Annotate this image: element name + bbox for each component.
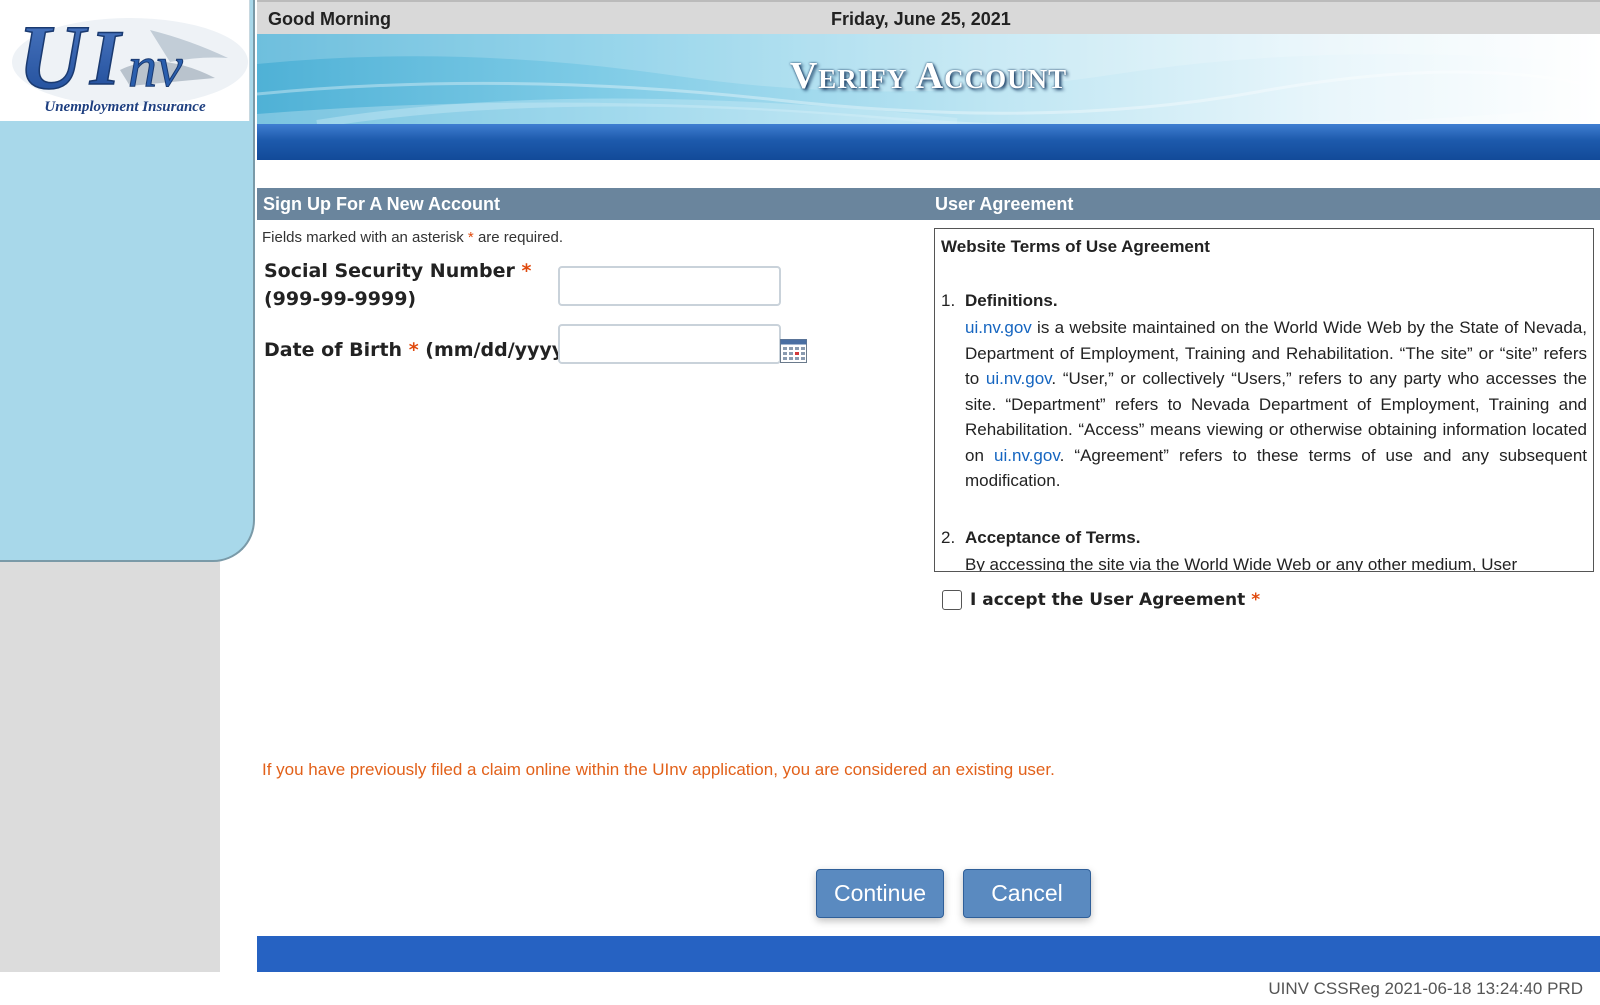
required-note-text: Fields marked with an asterisk <box>262 229 464 246</box>
term-item: 1. Definitions. ui.nv.gov is a website mai… <box>941 291 1587 494</box>
dob-label: Date of Birth * (mm/dd/yyyy) <box>264 336 573 364</box>
required-note-text-end: are required. <box>477 229 563 246</box>
term-body: Acceptance of Terms. By accessing the sit… <box>965 527 1587 572</box>
agreement-section-header: User Agreement <box>929 188 1600 220</box>
required-fields-note: Fields marked with an asterisk * are req… <box>262 229 563 246</box>
cancel-button[interactable]: Cancel <box>963 869 1091 918</box>
page-banner: Verify Account <box>257 34 1600 124</box>
footer-bar <box>257 936 1600 972</box>
ssn-required-asterisk: * <box>521 260 532 282</box>
term-text: ui.nv.gov is a website maintained on the… <box>965 315 1587 494</box>
top-info-bar: Good Morning Friday, June 25, 2021 <box>257 0 1600 34</box>
dob-format-hint: (mm/dd/yyyy) <box>425 339 573 361</box>
terms-site-link[interactable]: ui.nv.gov <box>986 369 1052 388</box>
accept-label-text: I accept the User Agreement <box>970 590 1246 610</box>
terms-list: 1. Definitions. ui.nv.gov is a website mai… <box>941 291 1587 572</box>
term-text: By accessing the site via the World Wide… <box>965 552 1587 572</box>
accept-agreement-checkbox[interactable] <box>942 590 962 610</box>
required-asterisk: * <box>467 229 474 246</box>
svg-text:U: U <box>18 6 89 108</box>
uinv-logo: U I nv Unemployment Insurance <box>0 0 250 121</box>
terms-site-link[interactable]: ui.nv.gov <box>994 446 1060 465</box>
term-item: 2. Acceptance of Terms. By accessing the s… <box>941 527 1587 572</box>
svg-text:nv: nv <box>128 34 183 99</box>
terms-site-link[interactable]: ui.nv.gov <box>965 318 1032 337</box>
nav-bar <box>257 124 1600 160</box>
dob-label-text: Date of Birth <box>264 339 403 361</box>
calendar-icon[interactable] <box>780 339 807 363</box>
existing-user-notice: If you have previously filed a claim onl… <box>262 760 1055 779</box>
dob-input[interactable] <box>558 324 781 364</box>
page-title: Verify Account <box>789 55 1068 97</box>
ssn-format-hint: (999-99-9999) <box>264 288 417 310</box>
term-heading: Definitions. <box>965 291 1058 310</box>
term-text-segment: By accessing the site via the World Wide… <box>965 554 1518 572</box>
term-heading: Acceptance of Terms. <box>965 527 1141 547</box>
build-info: UINV CSSReg 2021-06-18 13:24:40 PRD <box>1268 979 1583 998</box>
term-body: Definitions. ui.nv.gov is a website maint… <box>965 291 1587 494</box>
logo-tagline: Unemployment Insurance <box>44 99 206 115</box>
ssn-input[interactable] <box>558 266 781 306</box>
term-number: 2. <box>941 527 956 547</box>
continue-button[interactable]: Continue <box>816 869 944 918</box>
ssn-label-text: Social Security Number <box>264 260 515 282</box>
accept-agreement-row[interactable]: I accept the User Agreement * <box>942 590 1260 610</box>
terms-scroll-box[interactable]: Website Terms of Use Agreement 1. Definit… <box>934 228 1594 572</box>
accept-required-asterisk: * <box>1251 590 1261 610</box>
dob-required-asterisk: * <box>408 339 419 361</box>
ssn-label: Social Security Number * (999-99-9999) <box>264 257 531 313</box>
terms-title: Website Terms of Use Agreement <box>941 237 1210 256</box>
greeting-text: Good Morning <box>268 9 391 29</box>
signup-section-header: Sign Up For A New Account <box>257 188 934 220</box>
term-number: 1. <box>941 291 956 310</box>
accept-agreement-label[interactable]: I accept the User Agreement * <box>970 590 1260 610</box>
current-date: Friday, June 25, 2021 <box>831 9 1011 29</box>
svg-text:I: I <box>89 14 123 101</box>
